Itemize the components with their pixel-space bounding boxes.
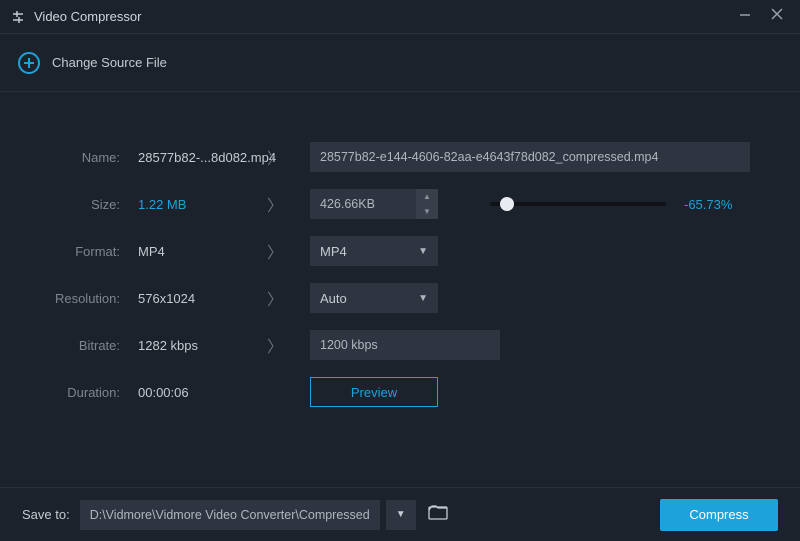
source-name: 28577b82-...8d082.mp4 xyxy=(120,150,240,165)
slider-thumb[interactable] xyxy=(500,197,514,211)
close-button[interactable] xyxy=(770,7,784,26)
saveto-path[interactable]: D:\Vidmore\Vidmore Video Converter\Compr… xyxy=(80,500,380,530)
resolution-select-value: Auto xyxy=(320,291,347,306)
duration-label: Duration: xyxy=(0,385,120,400)
resolution-label: Resolution: xyxy=(0,291,120,306)
format-label: Format: xyxy=(0,244,120,259)
bitrate-label: Bitrate: xyxy=(0,338,120,353)
saveto-label: Save to: xyxy=(22,507,70,522)
app-icon xyxy=(10,9,26,25)
minimize-button[interactable] xyxy=(738,7,752,26)
name-label: Name: xyxy=(0,150,120,165)
footer: Save to: D:\Vidmore\Vidmore Video Conver… xyxy=(0,487,800,541)
step-down-icon[interactable]: ▼ xyxy=(416,204,438,219)
chevron-down-icon: ▼ xyxy=(418,246,428,257)
format-select[interactable]: MP4 ▼ xyxy=(310,236,438,266)
plus-circle-icon[interactable] xyxy=(18,52,40,74)
source-size: 1.22 MB xyxy=(120,197,240,212)
titlebar: Video Compressor xyxy=(0,0,800,34)
source-resolution: 576x1024 xyxy=(120,291,240,306)
size-percent: -65.73% xyxy=(684,197,732,212)
arrow-icon: 〉 xyxy=(240,145,310,169)
settings-form: Name: 28577b82-...8d082.mp4 〉 Size: 1.22… xyxy=(0,92,800,407)
window-title: Video Compressor xyxy=(34,9,738,24)
change-source-label: Change Source File xyxy=(52,55,167,70)
format-select-value: MP4 xyxy=(320,244,347,259)
arrow-icon: 〉 xyxy=(240,333,310,357)
change-source-row[interactable]: Change Source File xyxy=(0,34,800,92)
size-label: Size: xyxy=(0,197,120,212)
arrow-icon: 〉 xyxy=(240,192,310,216)
size-stepper[interactable]: ▲ ▼ xyxy=(416,189,438,219)
open-folder-button[interactable] xyxy=(428,504,450,525)
chevron-down-icon: ▼ xyxy=(396,509,406,520)
step-up-icon[interactable]: ▲ xyxy=(416,189,438,204)
resolution-select[interactable]: Auto ▼ xyxy=(310,283,438,313)
preview-button[interactable]: Preview xyxy=(310,377,438,407)
saveto-dropdown[interactable]: ▼ xyxy=(386,500,416,530)
source-duration: 00:00:06 xyxy=(120,385,240,400)
compress-button[interactable]: Compress xyxy=(660,499,778,531)
source-bitrate: 1282 kbps xyxy=(120,338,240,353)
source-format: MP4 xyxy=(120,244,240,259)
bitrate-input[interactable] xyxy=(310,330,500,360)
size-slider[interactable] xyxy=(490,202,666,206)
chevron-down-icon: ▼ xyxy=(418,293,428,304)
output-name-input[interactable] xyxy=(310,142,750,172)
arrow-icon: 〉 xyxy=(240,239,310,263)
arrow-icon: 〉 xyxy=(240,286,310,310)
